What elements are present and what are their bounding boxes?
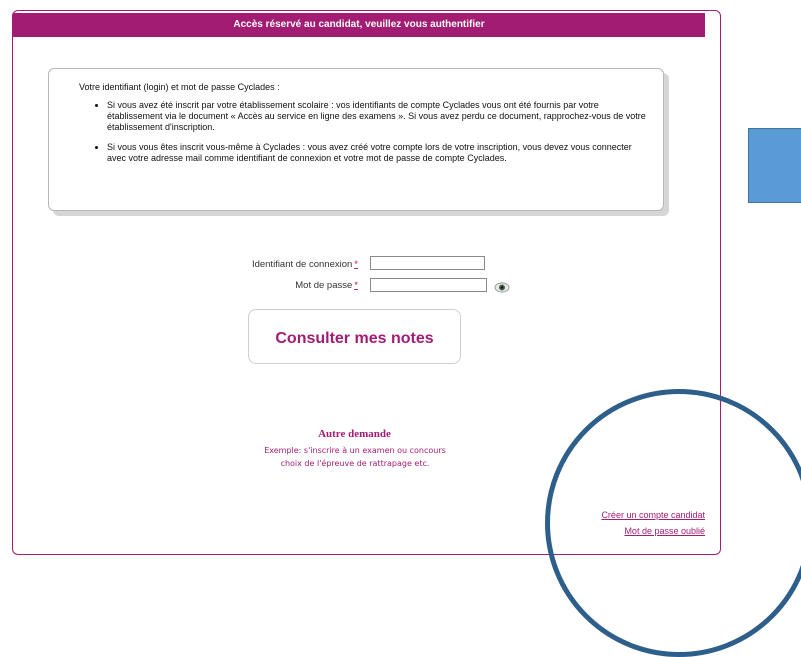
info-bullet-self: Si vous vous êtes inscrit vous-même à Cy… xyxy=(107,142,647,164)
info-bullet-school: Si vous avez été inscrit par votre établ… xyxy=(107,100,647,133)
eye-icon[interactable] xyxy=(494,280,510,293)
required-marker: * xyxy=(354,280,358,291)
forgot-password-link[interactable]: Mot de passe oublié xyxy=(624,526,705,536)
info-list: Si vous avez été inscrit par votre établ… xyxy=(97,100,647,173)
annotation-rectangle xyxy=(748,128,801,203)
info-box: Votre identifiant (login) et mot de pass… xyxy=(48,68,664,211)
required-marker: * xyxy=(354,259,358,270)
page-header: Accès réservé au candidat, veuillez vous… xyxy=(13,13,705,37)
header-title: Accès réservé au candidat, veuillez vous… xyxy=(233,19,485,30)
create-account-link[interactable]: Créer un compte candidat xyxy=(601,510,705,520)
autre-demande-link[interactable]: Autre demande xyxy=(248,428,461,440)
info-intro: Votre identifiant (login) et mot de pass… xyxy=(79,82,280,92)
autre-demande-example: Exemple: s'inscrire à un examen ou conco… xyxy=(264,446,446,455)
login-label: Identifiant de connexion * xyxy=(251,259,358,270)
autre-demande-example-2: choix de l'épreuve de rattrapage etc. xyxy=(280,459,430,468)
consult-notes-button[interactable]: Consulter mes notes xyxy=(248,309,461,364)
password-label: Mot de passe * xyxy=(295,280,358,291)
password-input[interactable] xyxy=(370,278,487,292)
login-input[interactable] xyxy=(370,256,485,270)
